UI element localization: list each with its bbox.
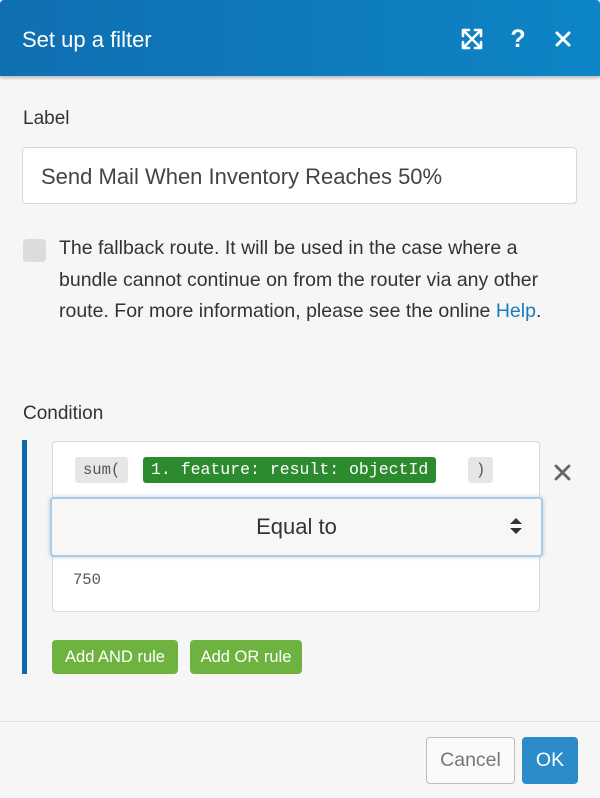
help-icon[interactable]: ? xyxy=(505,25,531,53)
expand-icon[interactable] xyxy=(459,26,485,52)
add-or-rule-button[interactable]: Add OR rule xyxy=(190,640,302,674)
function-open-pill[interactable]: sum( xyxy=(75,457,129,483)
delete-rule-icon[interactable] xyxy=(551,461,573,483)
help-link[interactable]: Help xyxy=(496,300,536,322)
condition-group-bar xyxy=(22,440,27,674)
fallback-description: The fallback route. It will be used in t… xyxy=(59,233,559,328)
close-icon[interactable] xyxy=(550,26,576,52)
filter-dialog: Set up a filter ? Label Send Mail When I… xyxy=(0,0,600,798)
add-and-rule-button[interactable]: Add AND rule xyxy=(52,640,178,674)
dialog-header: Set up a filter ? xyxy=(0,0,600,76)
rule-value-input[interactable]: 750 xyxy=(73,571,101,589)
fallback-checkbox[interactable] xyxy=(23,239,46,262)
operator-select[interactable]: Equal to xyxy=(50,497,543,557)
variable-pill[interactable]: 1. feature: result: objectId xyxy=(143,457,437,483)
condition-heading: Condition xyxy=(23,403,104,424)
fallback-text: The fallback route. It will be used in t… xyxy=(59,237,539,322)
operator-value: Equal to xyxy=(256,514,337,539)
select-updown-icon xyxy=(510,518,522,534)
fallback-suffix: . xyxy=(535,300,542,322)
label-heading: Label xyxy=(23,108,70,129)
dialog-title: Set up a filter xyxy=(22,27,152,52)
label-input[interactable]: Send Mail When Inventory Reaches 50% xyxy=(22,147,577,204)
function-close-pill[interactable]: ) xyxy=(468,457,494,483)
cancel-button[interactable]: Cancel xyxy=(426,737,515,784)
ok-button[interactable]: OK xyxy=(522,737,578,784)
